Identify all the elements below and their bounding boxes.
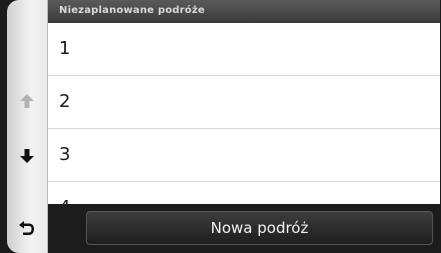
list-item[interactable]: 1 [48,23,440,76]
trip-planner-screen: Niezaplanowane podróże 1 2 3 4 Nowa podr… [7,0,440,253]
list-header: Niezaplanowane podróże [48,0,440,23]
list-item-label: 2 [59,91,71,112]
back-button[interactable] [7,209,47,249]
scroll-down-button[interactable] [7,136,47,176]
scroll-up-button[interactable] [7,81,47,121]
bottom-bar: Nowa podróż [48,204,440,253]
arrow-down-icon [20,149,34,163]
back-icon [19,221,34,235]
list-item[interactable]: 2 [48,76,440,129]
list-item-label: 1 [59,38,71,59]
arrow-up-icon [20,94,34,108]
list-item[interactable]: 3 [48,129,440,182]
new-trip-button[interactable]: Nowa podróż [86,211,433,245]
header-title: Niezaplanowane podróże [59,5,205,16]
list-item-label: 4 [59,197,70,204]
trip-list: 1 2 3 4 [48,23,440,204]
sidebar [7,0,48,253]
list-item[interactable]: 4 [48,182,440,204]
list-item-label: 3 [59,144,71,165]
